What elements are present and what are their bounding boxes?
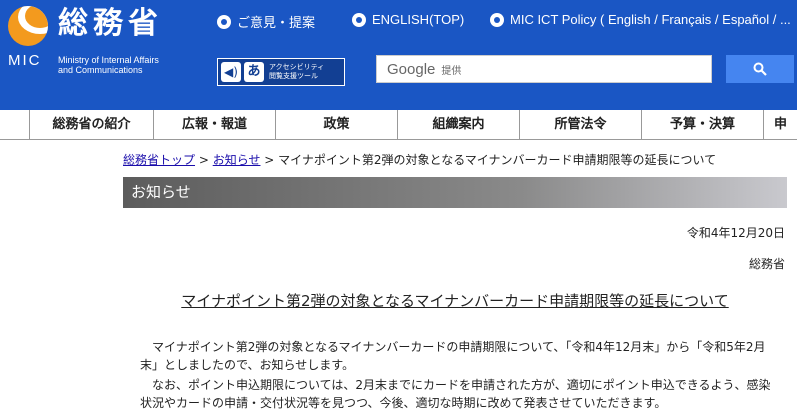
accessibility-tool-button[interactable]: ◀) あ アクセシビリティ 閲覧支援ツール — [217, 58, 345, 86]
radio-bullet-icon — [490, 12, 504, 27]
opinion-link-label: ご意見・提案 — [237, 15, 316, 30]
speaker-icon: ◀) — [221, 62, 241, 82]
site-subtitle-line2: and Communications — [58, 65, 143, 75]
site-subtitle-line1: Ministry of Internal Affairs — [58, 55, 159, 65]
opinion-link[interactable]: ご意見・提案 — [217, 12, 315, 31]
breadcrumb-news-link[interactable]: お知らせ — [213, 153, 261, 167]
global-nav: 総務省の紹介 広報・報道 政策 組織案内 所管法令 予算・決算 申 — [0, 110, 797, 140]
ict-policy-link[interactable]: MIC ICT Policy ( English / Français / Es… — [490, 12, 791, 27]
breadcrumb-separator: > — [195, 153, 213, 167]
english-top-link[interactable]: ENGLISH(TOP) — [352, 12, 464, 27]
english-top-link-label: ENGLISH(TOP) — [372, 12, 465, 27]
accessibility-label-line2: 閲覧支援ツール — [269, 72, 318, 80]
nav-item-organization[interactable]: 組織案内 — [398, 110, 520, 139]
accessibility-tool-label: アクセシビリティ 閲覧支援ツール — [269, 63, 324, 81]
site-subtitle: Ministry of Internal Affairs and Communi… — [58, 55, 159, 75]
breadcrumb-home-link[interactable]: 総務省トップ — [123, 153, 195, 167]
accessibility-label-line1: アクセシビリティ — [269, 63, 325, 71]
nav-item-press[interactable]: 広報・報道 — [154, 110, 276, 139]
search-brand: Google — [387, 60, 436, 78]
site-abbr: MIC — [8, 52, 42, 69]
mic-logo-icon[interactable] — [8, 6, 48, 46]
ict-policy-link-label: MIC ICT Policy ( English / Français / Es… — [510, 12, 791, 27]
breadcrumb-current: マイナポイント第2弾の対象となるマイナンバーカード申請期限等の延長について — [278, 153, 717, 167]
search-button[interactable] — [726, 55, 794, 83]
nav-item-about[interactable]: 総務省の紹介 — [30, 110, 154, 139]
kana-icon: あ — [244, 62, 264, 82]
search-icon — [753, 62, 767, 76]
notice-date: 令和4年12月20日 — [686, 226, 785, 240]
radio-bullet-icon — [217, 14, 231, 29]
nav-item-policy[interactable]: 政策 — [276, 110, 398, 139]
notice-organization: 総務省 — [748, 257, 785, 271]
nav-spacer — [0, 110, 30, 139]
breadcrumb-separator: > — [260, 153, 279, 167]
site-header: 総務省 MIC Ministry of Internal Affairs and… — [0, 0, 797, 110]
search-provided-label: 提供 — [441, 65, 462, 77]
nav-item-applications[interactable]: 申 — [764, 110, 797, 139]
nav-item-budget[interactable]: 予算・決算 — [642, 110, 764, 139]
notice-paragraph-1: マイナポイント第2弾の対象となるマイナンバーカードの申請期限について、「令和4年… — [140, 340, 766, 372]
search-input[interactable]: Google 提供 — [376, 55, 712, 83]
nav-item-laws[interactable]: 所管法令 — [520, 110, 642, 139]
notice-title: マイナポイント第2弾の対象となるマイナンバーカード申請期限等の延長について — [181, 292, 729, 310]
radio-bullet-icon — [352, 12, 366, 27]
site-title[interactable]: 総務省 — [58, 6, 163, 42]
notice-paragraph-2: なお、ポイント申込期限については、2月末までにカードを申請された方が、適切にポイ… — [140, 378, 771, 410]
breadcrumb: 総務省トップ > お知らせ > マイナポイント第2弾の対象となるマイナンバーカー… — [123, 151, 716, 168]
section-heading: お知らせ — [123, 177, 787, 208]
